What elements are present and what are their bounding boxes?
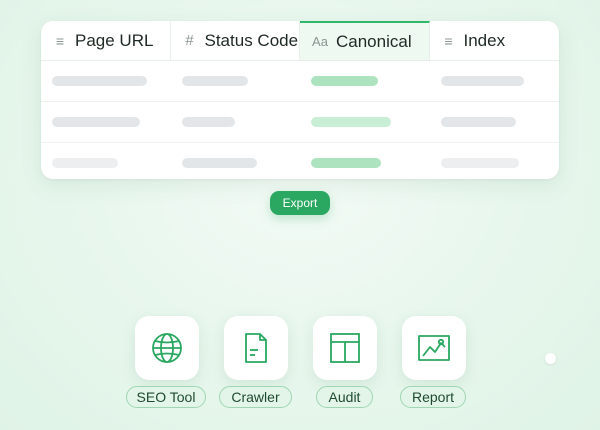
table-cell <box>430 76 560 86</box>
table-cell <box>300 158 430 168</box>
table-cell <box>300 117 430 127</box>
table-cell <box>430 158 560 168</box>
placeholder-bar <box>52 76 147 86</box>
indicator-dot <box>545 353 556 364</box>
tool-label-crawler[interactable]: Crawler <box>219 386 292 408</box>
placeholder-bar <box>440 158 519 168</box>
table-row <box>41 61 559 102</box>
table-cell <box>430 117 560 127</box>
table-cell <box>41 76 171 86</box>
table-cell <box>300 76 430 86</box>
audit-button[interactable] <box>313 316 377 380</box>
column-label: Page URL <box>75 30 154 50</box>
document-icon <box>245 333 267 363</box>
placeholder-bar <box>52 158 118 168</box>
table-row <box>41 102 559 143</box>
table-cell <box>41 117 171 127</box>
data-table: ≡ Page URL # Status Code Aa Canonical ≡ … <box>41 21 559 179</box>
tool-label-seo-tool[interactable]: SEO Tool <box>126 386 206 408</box>
globe-icon <box>152 333 182 363</box>
table-row <box>41 143 559 179</box>
placeholder-bar <box>181 76 248 86</box>
export-button[interactable]: Export <box>270 191 330 215</box>
table-header: ≡ Page URL # Status Code Aa Canonical ≡ … <box>41 21 559 61</box>
placeholder-bar <box>440 76 524 86</box>
text-lines-icon: ≡ <box>444 32 453 49</box>
column-header-index[interactable]: ≡ Index <box>430 21 560 60</box>
placeholder-bar <box>440 117 516 127</box>
column-label: Canonical <box>336 31 412 51</box>
placeholder-bar <box>52 117 140 127</box>
tool-label-audit[interactable]: Audit <box>316 386 373 408</box>
seo-tool-button[interactable] <box>135 316 199 380</box>
column-header-canonical[interactable]: Aa Canonical <box>300 21 430 60</box>
placeholder-bar <box>181 117 235 127</box>
column-header-status-code[interactable]: # Status Code <box>171 21 300 60</box>
report-button[interactable] <box>402 316 466 380</box>
layout-grid-icon <box>330 333 360 363</box>
hash-icon: # <box>185 32 194 49</box>
table-cell <box>171 158 301 168</box>
placeholder-bar <box>311 117 391 127</box>
column-header-page-url[interactable]: ≡ Page URL <box>41 21 171 60</box>
image-chart-icon <box>418 335 450 361</box>
placeholder-bar <box>311 158 381 168</box>
column-label: Status Code <box>204 30 299 50</box>
text-lines-icon: ≡ <box>55 32 65 49</box>
table-cell <box>171 76 301 86</box>
table-cell <box>171 117 301 127</box>
table-cell <box>41 158 171 168</box>
placeholder-bar <box>311 76 378 86</box>
app-canvas: ≡ Page URL # Status Code Aa Canonical ≡ … <box>0 0 600 430</box>
column-label: Index <box>463 30 506 50</box>
placeholder-bar <box>181 158 257 168</box>
text-type-icon: Aa <box>312 34 328 49</box>
crawler-button[interactable] <box>224 316 288 380</box>
tool-label-report[interactable]: Report <box>400 386 466 408</box>
